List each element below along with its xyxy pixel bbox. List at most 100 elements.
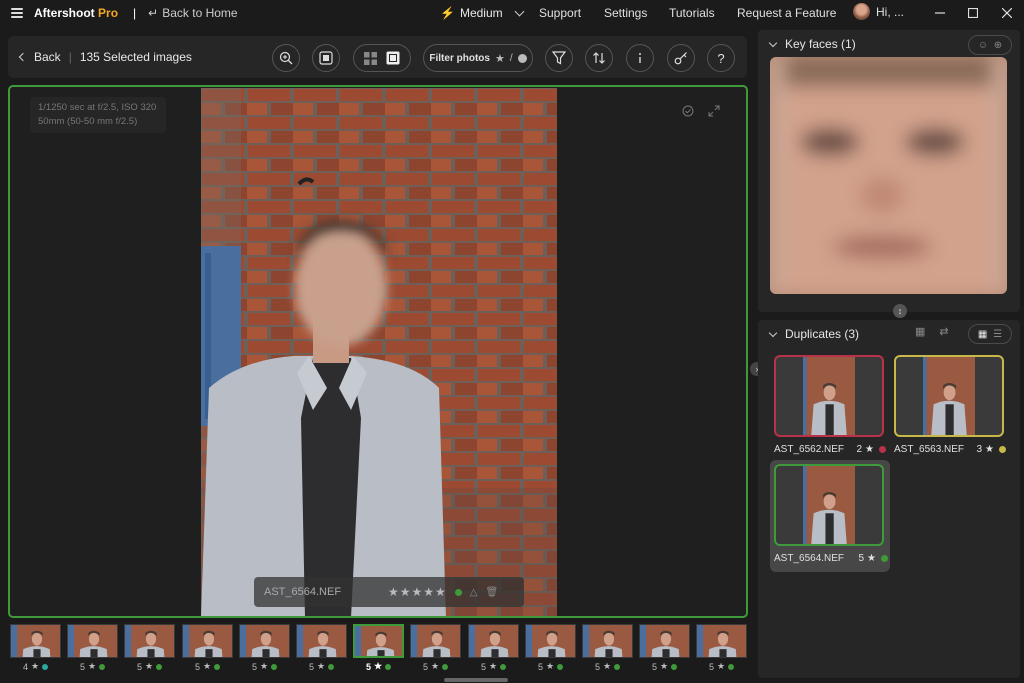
filmstrip-thumbnail[interactable]: [182, 624, 233, 658]
filter-button[interactable]: [545, 44, 573, 72]
viewer-toolbar: Back | 135 Selected images Filter photos…: [8, 36, 747, 78]
color-label-dot: [500, 663, 507, 670]
back-to-home-link[interactable]: ↵ Back to Home: [148, 6, 237, 20]
filmstrip-thumbnail[interactable]: [124, 624, 175, 658]
app-window: Aftershoot Pro | ↵ Back to Home ⚡ Medium…: [0, 0, 1024, 683]
duplicates-layout-toggle[interactable]: ▦ ☰: [968, 324, 1012, 344]
close-icon[interactable]: [992, 0, 1022, 26]
maximize-icon[interactable]: [958, 0, 988, 26]
star-icon: ★: [488, 661, 498, 671]
filmstrip-thumbnail[interactable]: [468, 624, 519, 658]
face-view-toggle[interactable]: ☺ ⊕: [968, 35, 1012, 55]
user-menu[interactable]: Hi, ...: [853, 3, 904, 20]
thumbnail-rating: 5: [308, 661, 314, 672]
single-view-button[interactable]: [312, 44, 340, 72]
zoom-in-button[interactable]: [272, 44, 300, 72]
grid-view-icon[interactable]: ▦: [978, 329, 987, 340]
filmstrip-thumbnail[interactable]: [353, 624, 404, 658]
chevron-down-icon: [514, 6, 525, 16]
filmstrip-meta: 5 ★: [410, 661, 461, 672]
filmstrip-thumbnail[interactable]: [696, 624, 747, 658]
filmstrip-scrollbar[interactable]: [444, 678, 508, 682]
star-icon: ★: [865, 444, 874, 455]
view-mode-toggle[interactable]: [353, 44, 411, 72]
swap-icon[interactable]: ⇄: [939, 325, 948, 338]
filmstrip-thumbnail[interactable]: [239, 624, 290, 658]
list-view-icon[interactable]: ☰: [993, 329, 1002, 340]
performance-mode-dropdown[interactable]: ⚡ Medium: [440, 0, 525, 26]
selection-count: 135 Selected images: [79, 50, 192, 64]
duplicate-filename: AST_6562.NEF: [774, 444, 845, 455]
sort-icon: [593, 52, 605, 64]
help-button[interactable]: ?: [707, 44, 735, 72]
filmstrip-meta: 5 ★: [124, 661, 175, 672]
duplicate-thumbnail[interactable]: [894, 355, 1004, 437]
minimize-icon[interactable]: [925, 0, 955, 26]
duplicates-tools: ▦ ⇄: [915, 325, 949, 338]
duplicate-thumbnail[interactable]: [774, 464, 884, 546]
filmstrip-thumbnail[interactable]: [525, 624, 576, 658]
rating-stars[interactable]: ★★★★★: [388, 585, 447, 599]
expand-icon[interactable]: [707, 104, 721, 118]
trash-icon[interactable]: 🗑: [486, 587, 499, 598]
duplicate-item[interactable]: AST_6562.NEF 2 ★: [774, 355, 886, 455]
thumbnail-rating: 5: [480, 661, 486, 672]
zoom-face-icon[interactable]: ⊕: [994, 40, 1002, 51]
nav-support[interactable]: Support: [539, 0, 581, 26]
duplicate-item[interactable]: AST_6564.NEF 5 ★: [770, 460, 890, 572]
toolbar-divider: |: [68, 50, 72, 64]
thumbnail-rating: 5: [594, 661, 600, 672]
check-circle-icon[interactable]: [681, 104, 695, 118]
loupe-view-icon[interactable]: [386, 51, 400, 65]
sort-button[interactable]: [585, 44, 613, 72]
duplicates-header[interactable]: Duplicates (3): [768, 320, 859, 348]
color-label-dot[interactable]: [454, 588, 462, 596]
duplicates-panel: Duplicates (3) ▦ ⇄ ▦ ☰ AST_6562.NEF 2 ★ AST…: [758, 320, 1020, 678]
filmstrip-meta: 4 ★: [10, 661, 61, 672]
nav-settings[interactable]: Settings: [604, 0, 647, 26]
info-button[interactable]: [626, 44, 654, 72]
exif-overlay: 1/1250 sec at f/2.5, ISO 320 50mm (50-50…: [30, 97, 166, 133]
filmstrip-thumbnail[interactable]: [10, 624, 61, 658]
user-greeting: Hi, ...: [876, 4, 905, 19]
zoom-in-icon: [279, 51, 293, 65]
filmstrip-thumbnail[interactable]: [639, 624, 690, 658]
color-label-dot: [671, 663, 678, 670]
menu-icon[interactable]: [11, 8, 23, 18]
filmstrip-meta: 5 ★: [696, 661, 747, 672]
key-faces-title: Key faces (1): [785, 37, 856, 51]
filmstrip-thumbnail[interactable]: [296, 624, 347, 658]
filmstrip-thumbnail[interactable]: [410, 624, 461, 658]
nav-tutorials[interactable]: Tutorials: [669, 0, 715, 26]
filter-photos-button[interactable]: Filter photos ★ /: [423, 44, 533, 72]
warning-icon[interactable]: △: [470, 587, 478, 598]
star-icon: ★: [494, 52, 505, 65]
filmstrip-thumbnail[interactable]: [67, 624, 118, 658]
chevron-down-icon: [768, 38, 778, 47]
brand-suffix: Pro: [98, 6, 119, 20]
thumbnail-rating: 5: [537, 661, 543, 672]
compare-icon[interactable]: ▦: [915, 325, 925, 338]
star-icon: ★: [144, 661, 154, 671]
thumbnail-rating: 5: [79, 661, 85, 672]
filmstrip-meta: 5 ★: [182, 661, 233, 672]
key-face-thumbnail[interactable]: [770, 57, 1007, 294]
filmstrip-thumbnail[interactable]: [582, 624, 633, 658]
key-faces-panel: Key faces (1) ☺ ⊕: [758, 30, 1020, 312]
duplicate-item[interactable]: AST_6563.NEF 3 ★: [894, 355, 1006, 455]
duplicate-thumbnail[interactable]: [774, 355, 884, 437]
panel-resize-handle[interactable]: ↕: [893, 304, 907, 318]
star-icon: ★: [373, 661, 383, 671]
image-caption-bar: AST_6564.NEF ★★★★★ △ 🗑: [254, 577, 524, 607]
keyboard-shortcuts-button[interactable]: [667, 44, 695, 72]
nav-request-feature[interactable]: Request a Feature: [737, 0, 836, 26]
title-bar: Aftershoot Pro | ↵ Back to Home ⚡ Medium…: [0, 0, 1024, 26]
image-viewer[interactable]: 1/1250 sec at f/2.5, ISO 320 50mm (50-50…: [8, 85, 748, 618]
grid-view-icon[interactable]: [364, 51, 378, 65]
exif-exposure: 1/1250 sec at f/2.5, ISO 320: [38, 102, 157, 113]
key-faces-header[interactable]: Key faces (1): [768, 30, 856, 58]
back-button[interactable]: Back | 135 Selected images: [18, 36, 192, 78]
color-label-dot: [879, 446, 886, 453]
face-icon[interactable]: ☺: [978, 40, 988, 51]
thumbnail-rating: 5: [136, 661, 142, 672]
